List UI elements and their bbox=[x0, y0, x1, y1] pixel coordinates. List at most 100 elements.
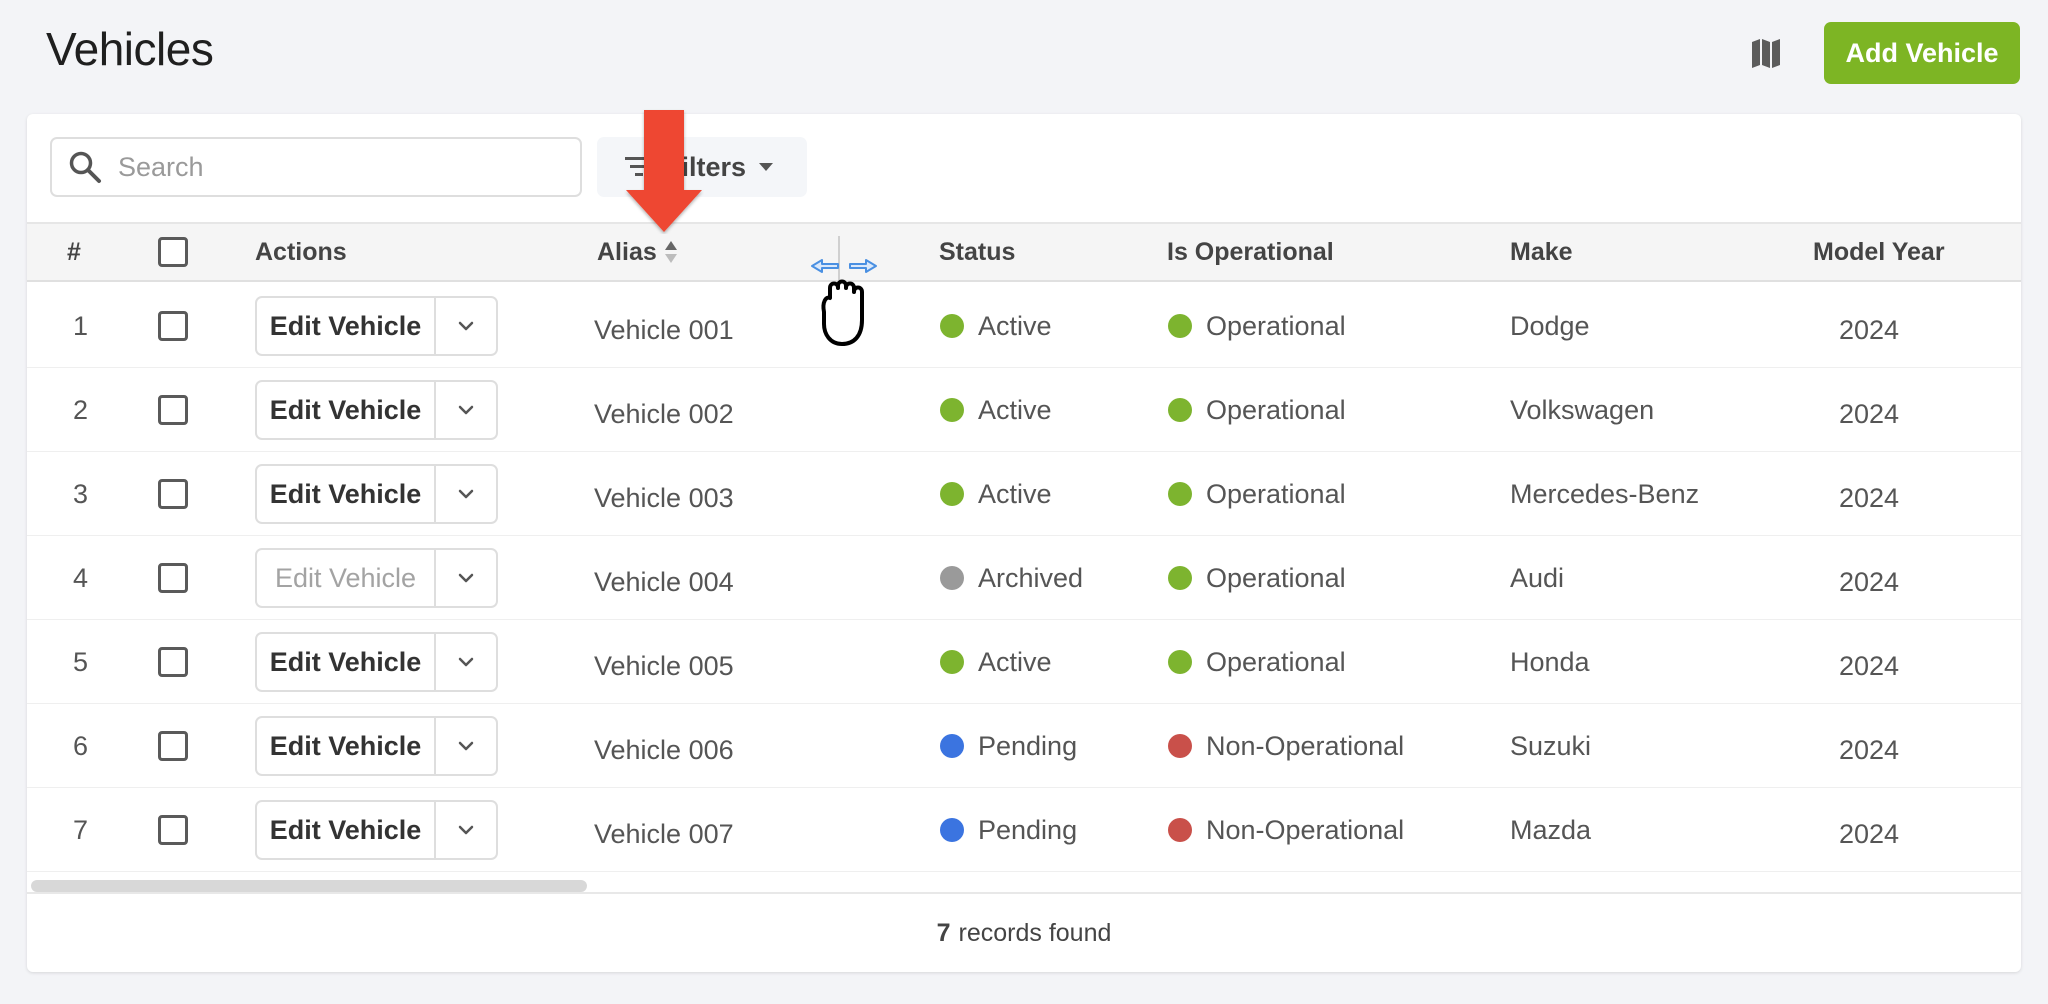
is-operational-cell: Operational bbox=[1168, 620, 1346, 704]
edit-vehicle-button[interactable]: Edit Vehicle bbox=[257, 550, 436, 606]
row-checkbox[interactable] bbox=[158, 395, 188, 425]
search-icon bbox=[69, 151, 101, 183]
operational-label: Non-Operational bbox=[1206, 814, 1405, 845]
table-row: 3 Edit Vehicle Vehicle 003 Active Operat… bbox=[27, 452, 2021, 536]
operational-dot-icon bbox=[1168, 314, 1192, 338]
row-select-cell bbox=[158, 704, 188, 788]
row-checkbox[interactable] bbox=[158, 815, 188, 845]
edit-vehicle-button[interactable]: Edit Vehicle bbox=[257, 718, 436, 774]
row-number: 1 bbox=[73, 310, 89, 341]
row-select-cell bbox=[158, 620, 188, 704]
filters-label: Filters bbox=[665, 151, 747, 182]
column-header-alias[interactable]: Alias bbox=[597, 224, 679, 280]
table-row: 6 Edit Vehicle Vehicle 006 Pending Non-O… bbox=[27, 704, 2021, 788]
actions-dropdown-button[interactable] bbox=[436, 718, 496, 774]
status-dot-icon bbox=[940, 482, 964, 506]
actions-dropdown-button[interactable] bbox=[436, 802, 496, 858]
edit-vehicle-button[interactable]: Edit Vehicle bbox=[257, 802, 436, 858]
status-cell: Active bbox=[940, 368, 1052, 452]
table-row: 1 Edit Vehicle Vehicle 001 Active Operat… bbox=[27, 284, 2021, 368]
column-header-is-operational: Is Operational bbox=[1167, 237, 1334, 266]
edit-vehicle-split-button: Edit Vehicle bbox=[255, 800, 498, 860]
alias-cell: Vehicle 003 bbox=[594, 482, 734, 513]
actions-dropdown-button[interactable] bbox=[436, 550, 496, 606]
make-cell: Mazda bbox=[1510, 814, 1592, 845]
alias-header-label: Alias bbox=[597, 237, 657, 266]
actions-dropdown-button[interactable] bbox=[436, 382, 496, 438]
model-year-cell: 2024 bbox=[1839, 398, 1900, 429]
edit-vehicle-button[interactable]: Edit Vehicle bbox=[257, 298, 436, 354]
column-header-actions: Actions bbox=[255, 237, 347, 266]
add-vehicle-button[interactable]: Add Vehicle bbox=[1824, 22, 2020, 84]
map-view-button[interactable] bbox=[1748, 36, 1784, 72]
edit-vehicle-split-button: Edit Vehicle bbox=[255, 380, 498, 440]
row-number: 2 bbox=[73, 394, 89, 425]
caret-down-icon bbox=[759, 163, 774, 171]
status-label: Active bbox=[978, 310, 1052, 341]
status-dot-icon bbox=[940, 818, 964, 842]
operational-label: Operational bbox=[1206, 478, 1346, 509]
status-dot-icon bbox=[940, 398, 964, 422]
operational-label: Operational bbox=[1206, 646, 1346, 677]
model-year-cell: 2024 bbox=[1839, 650, 1900, 681]
alias-cell: Vehicle 006 bbox=[594, 734, 734, 765]
operational-dot-icon bbox=[1168, 734, 1192, 758]
alias-cell: Vehicle 002 bbox=[594, 398, 734, 429]
is-operational-cell: Non-Operational bbox=[1168, 788, 1404, 872]
operational-dot-icon bbox=[1168, 650, 1192, 674]
row-checkbox[interactable] bbox=[158, 647, 188, 677]
row-number: 5 bbox=[73, 646, 89, 677]
is-operational-cell: Operational bbox=[1168, 536, 1346, 620]
status-label: Active bbox=[978, 394, 1052, 425]
status-label: Pending bbox=[978, 814, 1078, 845]
actions-dropdown-button[interactable] bbox=[436, 298, 496, 354]
edit-vehicle-button[interactable]: Edit Vehicle bbox=[257, 382, 436, 438]
make-cell: Dodge bbox=[1510, 310, 1590, 341]
is-operational-cell: Non-Operational bbox=[1168, 704, 1404, 788]
row-select-cell bbox=[158, 368, 188, 452]
operational-dot-icon bbox=[1168, 566, 1192, 590]
grab-cursor-icon bbox=[811, 259, 877, 346]
status-label: Active bbox=[978, 646, 1052, 677]
horizontal-scrollbar[interactable] bbox=[31, 880, 587, 892]
row-checkbox[interactable] bbox=[158, 479, 188, 509]
select-all-checkbox[interactable] bbox=[158, 237, 188, 267]
make-cell: Suzuki bbox=[1510, 730, 1592, 761]
edit-vehicle-split-button: Edit Vehicle bbox=[255, 464, 498, 524]
search-input[interactable] bbox=[116, 150, 536, 184]
make-cell: Mercedes-Benz bbox=[1510, 478, 1700, 509]
sort-icon[interactable] bbox=[663, 239, 679, 265]
row-checkbox[interactable] bbox=[158, 563, 188, 593]
column-header-status: Status bbox=[939, 237, 1016, 266]
operational-dot-icon bbox=[1168, 818, 1192, 842]
chevron-down-icon bbox=[458, 489, 474, 499]
vehicles-table-card: Filters # Actions Alias Status Is Operat… bbox=[27, 114, 2021, 972]
alias-cell: Vehicle 001 bbox=[594, 314, 734, 345]
table-row: 5 Edit Vehicle Vehicle 005 Active Operat… bbox=[27, 620, 2021, 704]
table-row: 7 Edit Vehicle Vehicle 007 Pending Non-O… bbox=[27, 788, 2021, 872]
edit-vehicle-button[interactable]: Edit Vehicle bbox=[257, 466, 436, 522]
chevron-down-icon bbox=[458, 657, 474, 667]
model-year-cell: 2024 bbox=[1839, 566, 1900, 597]
edit-vehicle-button[interactable]: Edit Vehicle bbox=[257, 634, 436, 690]
edit-vehicle-split-button: Edit Vehicle bbox=[255, 632, 498, 692]
actions-dropdown-button[interactable] bbox=[436, 634, 496, 690]
model-year-cell: 2024 bbox=[1839, 818, 1900, 849]
search-field[interactable] bbox=[50, 137, 582, 197]
page-title: Vehicles bbox=[46, 23, 214, 75]
row-checkbox[interactable] bbox=[158, 311, 188, 341]
operational-dot-icon bbox=[1168, 398, 1192, 422]
column-header-model-year: Model Year bbox=[1813, 237, 1945, 266]
actions-dropdown-button[interactable] bbox=[436, 466, 496, 522]
status-cell: Pending bbox=[940, 788, 1077, 872]
operational-dot-icon bbox=[1168, 482, 1192, 506]
row-number: 4 bbox=[73, 562, 89, 593]
records-count: 7 bbox=[936, 918, 951, 947]
status-cell: Active bbox=[940, 284, 1052, 368]
row-checkbox[interactable] bbox=[158, 731, 188, 761]
table-row: 2 Edit Vehicle Vehicle 002 Active Operat… bbox=[27, 368, 2021, 452]
records-label: records found bbox=[958, 918, 1112, 947]
row-select-cell bbox=[158, 788, 188, 872]
edit-vehicle-split-button: Edit Vehicle bbox=[255, 548, 498, 608]
filters-button[interactable]: Filters bbox=[597, 137, 807, 197]
